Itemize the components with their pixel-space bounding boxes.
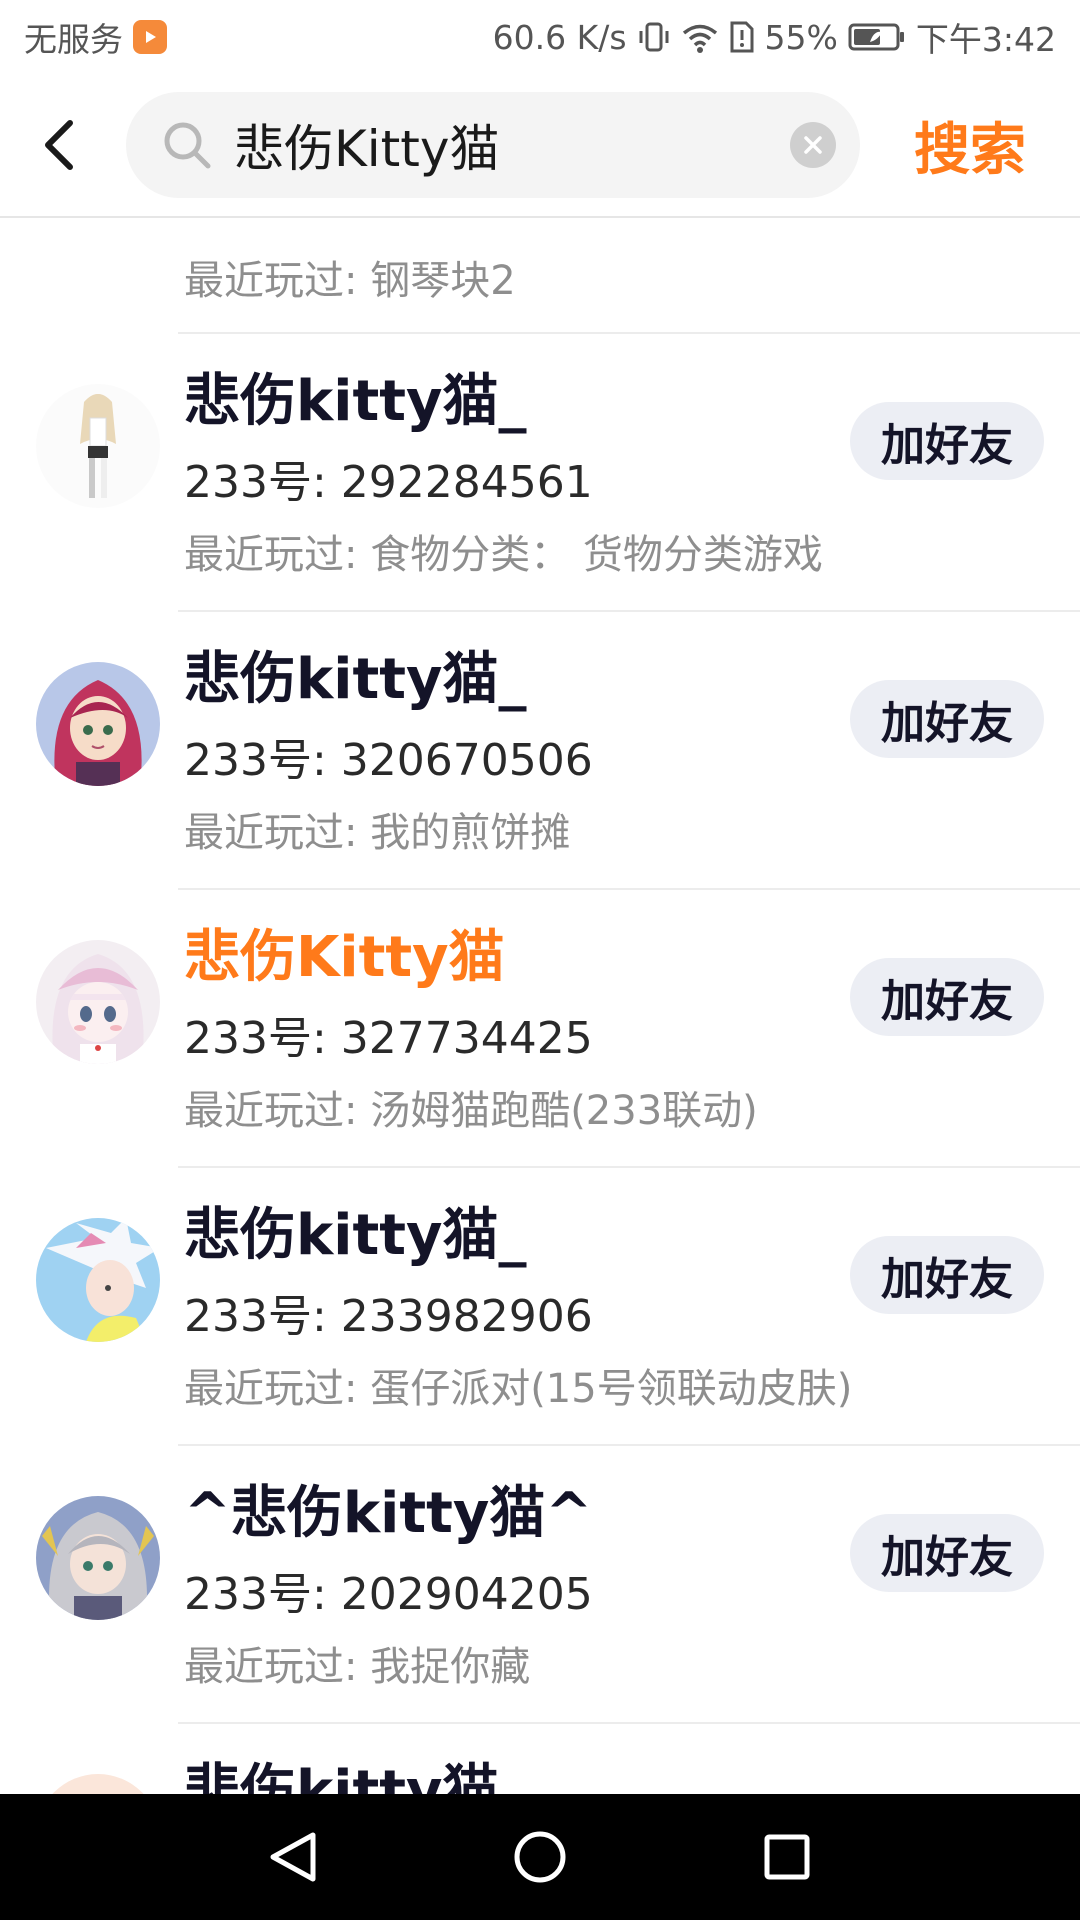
list-item[interactable]: 悲伤kitty猫_ 233号: 233982906 最近玩过: 蛋仔派对(15号… bbox=[0, 1168, 1080, 1444]
user-id: 233号: 202904205 bbox=[184, 1569, 593, 1620]
clear-icon[interactable] bbox=[790, 122, 836, 168]
add-friend-button[interactable]: 加好友 bbox=[850, 958, 1044, 1036]
search-icon bbox=[164, 122, 211, 169]
add-friend-button[interactable]: 加好友 bbox=[850, 680, 1044, 758]
back-arrow-icon bbox=[45, 120, 73, 170]
search-box[interactable]: 悲伤Kitty猫 bbox=[126, 92, 860, 198]
user-name: 悲伤kitty猫_ bbox=[184, 647, 527, 712]
search-input[interactable]: 悲伤Kitty猫 bbox=[234, 109, 790, 181]
play-badge-icon bbox=[133, 20, 167, 54]
status-bar: 无服务 60.6 K/s 55% 下午3:42 bbox=[0, 0, 1080, 74]
recent-played-text: 最近玩过: 汤姆猫跑酷(233联动) bbox=[184, 1088, 758, 1134]
search-button[interactable]: 搜索 bbox=[860, 105, 1080, 186]
battery-percent-text: 55% bbox=[764, 17, 838, 57]
user-id: 233号: 320670506 bbox=[184, 735, 593, 786]
nav-back-button[interactable] bbox=[248, 1812, 338, 1902]
list-item[interactable]: 悲伤kitty猫_ 233号: 292284561 最近玩过: 食物分类： 货物… bbox=[0, 334, 1080, 610]
clock-text: 下午3:42 bbox=[915, 20, 1056, 59]
net-speed-text: 60.6 K/s bbox=[492, 17, 627, 57]
partial-list-item[interactable]: 最近玩过: 钢琴块2 bbox=[0, 218, 1080, 334]
recent-played-text: 最近玩过: 我的煎饼摊 bbox=[184, 810, 571, 856]
add-friend-button[interactable]: 加好友 bbox=[850, 1514, 1044, 1592]
nav-home-button[interactable] bbox=[495, 1812, 585, 1902]
user-id: 233号: 233982906 bbox=[184, 1291, 593, 1342]
system-nav-bar bbox=[0, 1794, 1080, 1920]
app-screen: 无服务 60.6 K/s 55% 下午3:42 悲伤Kitty猫 搜索 最近玩过… bbox=[0, 0, 1080, 1920]
back-button[interactable] bbox=[0, 73, 120, 217]
user-name: 悲伤kitty猫_ bbox=[184, 1203, 527, 1268]
recent-played-text: 最近玩过: 蛋仔派对(15号领联动皮肤) bbox=[184, 1366, 853, 1412]
carrier-text: 无服务 bbox=[24, 20, 123, 59]
vibrate-icon bbox=[637, 20, 671, 54]
square-recents-icon bbox=[764, 1834, 810, 1880]
avatar[interactable] bbox=[36, 384, 160, 508]
list-item[interactable]: 悲伤Kitty猫 233号: 327734425 最近玩过: 汤姆猫跑酷(233… bbox=[0, 890, 1080, 1166]
sim-alert-icon bbox=[729, 20, 755, 54]
recent-played-text: 最近玩过: 我捉你藏 bbox=[184, 1644, 531, 1690]
list-item[interactable]: 悲伤kitty猫_ 233号: 320670506 最近玩过: 我的煎饼摊 加好… bbox=[0, 612, 1080, 888]
user-name: 悲伤kitty猫 bbox=[184, 1759, 499, 1794]
avatar[interactable] bbox=[36, 1774, 160, 1794]
status-left: 无服务 bbox=[24, 13, 167, 61]
recent-played-text: 最近玩过: 食物分类： 货物分类游戏 bbox=[184, 532, 823, 578]
user-name: ^悲伤kitty猫^ bbox=[184, 1481, 593, 1546]
recent-played-text: 最近玩过: 钢琴块2 bbox=[184, 258, 516, 304]
list-item[interactable]: 悲伤kitty猫 bbox=[0, 1724, 1080, 1794]
wifi-icon bbox=[681, 20, 719, 54]
user-name: 悲伤Kitty猫 bbox=[184, 925, 505, 990]
add-friend-button[interactable]: 加好友 bbox=[850, 1236, 1044, 1314]
avatar[interactable] bbox=[36, 662, 160, 786]
circle-home-icon bbox=[514, 1831, 566, 1883]
list-item[interactable]: ^悲伤kitty猫^ 233号: 202904205 最近玩过: 我捉你藏 加好… bbox=[0, 1446, 1080, 1722]
status-right: 60.6 K/s 55% 下午3:42 bbox=[493, 13, 1056, 61]
user-name: 悲伤kitty猫_ bbox=[184, 369, 527, 434]
nav-recents-button[interactable] bbox=[742, 1812, 832, 1902]
user-id: 233号: 327734425 bbox=[184, 1013, 593, 1064]
add-friend-button[interactable]: 加好友 bbox=[850, 402, 1044, 480]
search-result-list[interactable]: 最近玩过: 钢琴块2 悲伤kitty猫_ 233号: 292284561 最近玩… bbox=[0, 218, 1080, 1794]
avatar[interactable] bbox=[36, 1218, 160, 1342]
avatar[interactable] bbox=[36, 1496, 160, 1620]
battery-icon bbox=[848, 22, 906, 52]
avatar[interactable] bbox=[36, 940, 160, 1064]
triangle-back-icon bbox=[270, 1832, 316, 1882]
user-id: 233号: 292284561 bbox=[184, 457, 593, 508]
search-header: 悲伤Kitty猫 搜索 bbox=[0, 74, 1080, 218]
